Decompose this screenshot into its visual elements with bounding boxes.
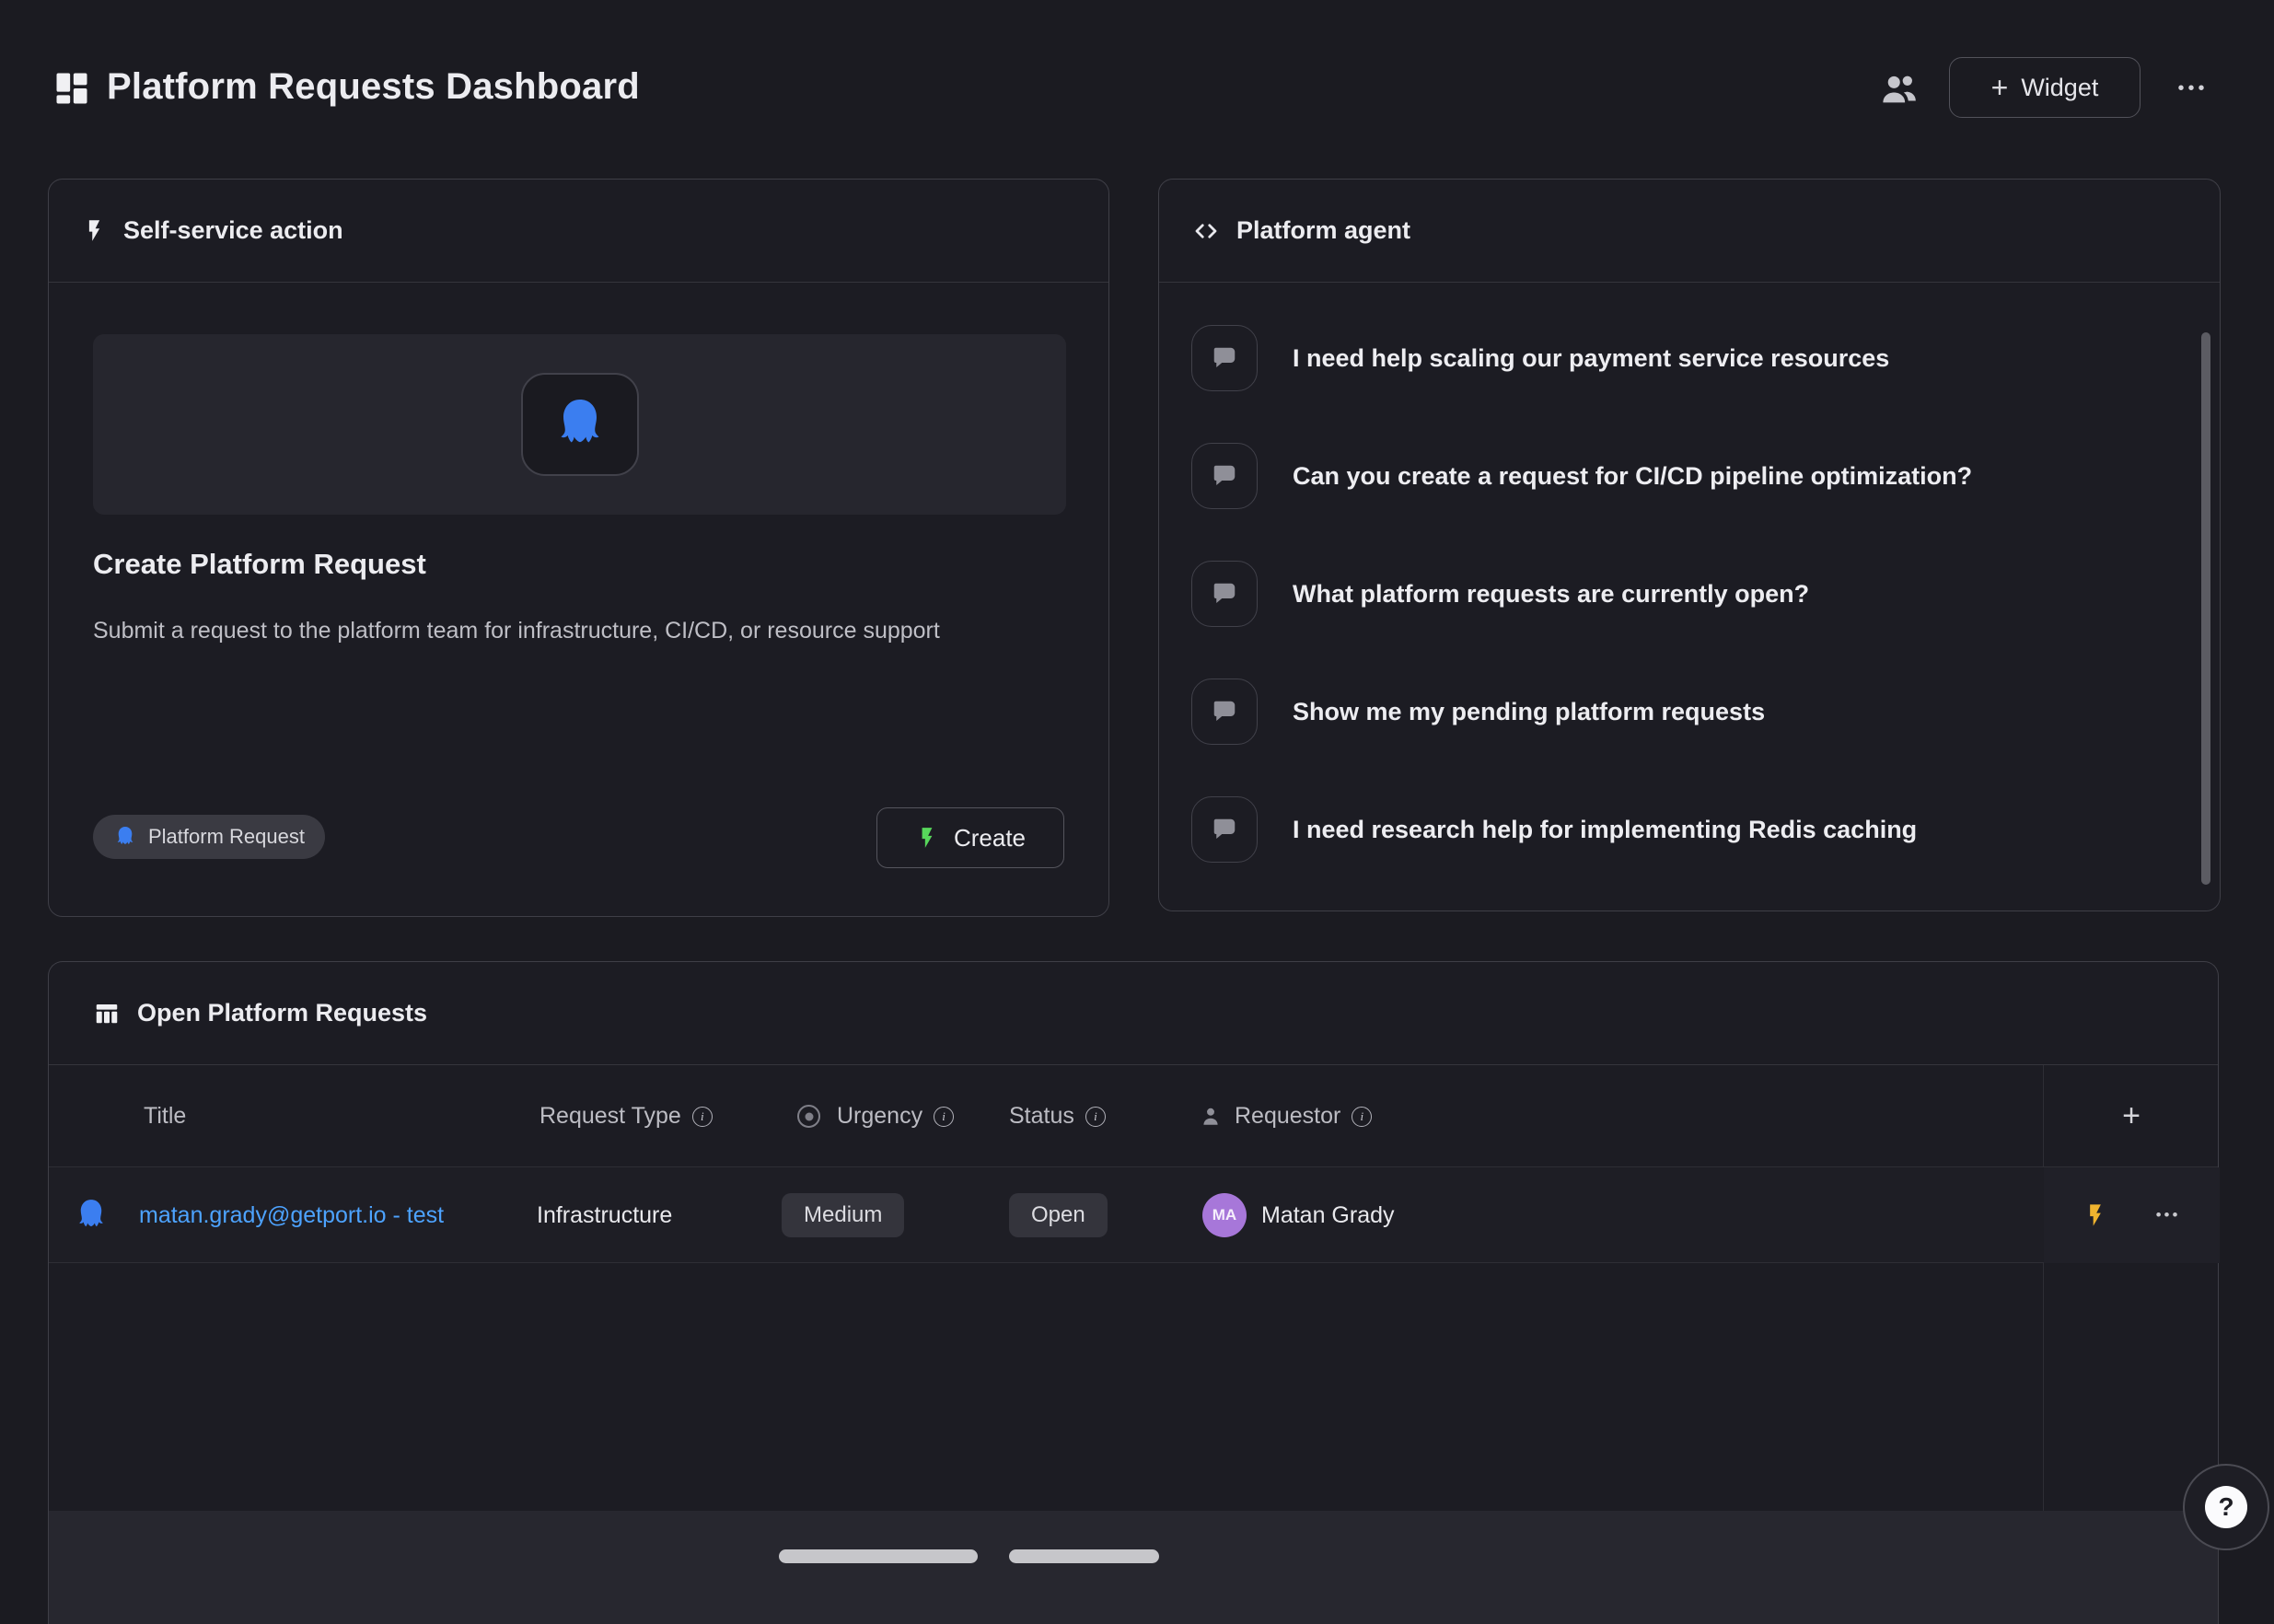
horizontal-scrollbar-thumb[interactable]: [1009, 1549, 1159, 1563]
help-button[interactable]: ?: [2183, 1464, 2269, 1550]
add-widget-label: Widget: [2021, 74, 2098, 102]
column-header-status[interactable]: Status i: [1009, 1065, 1106, 1167]
chat-bubble-icon: [1191, 796, 1258, 863]
agent-suggestion[interactable]: What platform requests are currently ope…: [1191, 561, 2183, 627]
row-actions-cell: •••: [2044, 1167, 2220, 1263]
agent-scrollbar-thumb[interactable]: [2201, 332, 2210, 885]
dashboard-icon: [52, 68, 92, 109]
add-column-button[interactable]: +: [2043, 1065, 2220, 1167]
create-button[interactable]: Create: [876, 807, 1064, 868]
agent-card-header: Platform agent: [1159, 180, 2220, 283]
info-icon[interactable]: i: [692, 1107, 713, 1127]
octopus-logo-icon: [551, 395, 609, 454]
table-card-header: Open Platform Requests: [49, 962, 2218, 1065]
users-icon[interactable]: [1878, 68, 1920, 110]
agent-suggestion-label: Can you create a request for CI/CD pipel…: [1293, 462, 1972, 491]
row-title-link[interactable]: matan.grady@getport.io - test: [139, 1202, 444, 1229]
info-icon[interactable]: i: [934, 1107, 954, 1127]
row-requestor-cell: MA Matan Grady: [1202, 1167, 1395, 1263]
action-logo-tile: [521, 373, 639, 476]
agent-suggestion-label: Show me my pending platform requests: [1293, 698, 1765, 726]
info-icon[interactable]: i: [1352, 1107, 1372, 1127]
horizontal-scrollbar-thumb[interactable]: [779, 1549, 978, 1563]
agent-suggestion[interactable]: Show me my pending platform requests: [1191, 679, 2183, 745]
chat-bubble-icon: [1191, 561, 1258, 627]
run-action-lightning-icon[interactable]: [2083, 1202, 2108, 1228]
row-urgency-cell: Medium: [782, 1167, 904, 1263]
row-more-icon[interactable]: •••: [2156, 1206, 2181, 1224]
platform-request-chip-label: Platform Request: [148, 825, 305, 849]
agent-card-title: Platform agent: [1236, 216, 1410, 245]
open-requests-table-card: Open Platform Requests Title Request Typ…: [48, 961, 2219, 1624]
agent-suggestion-label: I need help scaling our payment service …: [1293, 344, 1889, 373]
octopus-chip-icon: [113, 825, 137, 849]
self-service-card-header: Self-service action: [49, 180, 1108, 283]
agent-suggestion[interactable]: Can you create a request for CI/CD pipel…: [1191, 443, 2183, 509]
plus-icon: +: [1991, 73, 2009, 102]
radio-dot-icon: [797, 1105, 820, 1128]
lightning-icon: [82, 218, 107, 243]
table-footer-scroll-area: [49, 1511, 2218, 1624]
row-status-cell: Open: [1009, 1167, 1108, 1263]
agent-suggestion[interactable]: I need research help for implementing Re…: [1191, 796, 2183, 863]
column-header-requestor[interactable]: Requestor i: [1198, 1065, 1372, 1167]
agent-suggestion-label: I need research help for implementing Re…: [1293, 816, 1917, 844]
more-options-icon[interactable]: •••: [2165, 70, 2221, 107]
row-entity-icon-cell: [73, 1167, 110, 1263]
platform-agent-card: Platform agent I need help scaling our p…: [1158, 179, 2221, 911]
action-title: Create Platform Request: [93, 548, 426, 581]
row-title-cell: matan.grady@getport.io - test: [139, 1167, 444, 1263]
add-widget-button[interactable]: + Widget: [1949, 57, 2141, 118]
create-button-label: Create: [954, 824, 1026, 853]
agent-suggestion-label: What platform requests are currently ope…: [1293, 580, 1809, 609]
row-request-type-cell: Infrastructure: [537, 1167, 672, 1263]
code-icon: [1192, 217, 1220, 245]
requestor-name: Matan Grady: [1261, 1202, 1395, 1229]
agent-suggestion[interactable]: I need help scaling our payment service …: [1191, 325, 2183, 391]
table-columns-icon: [93, 1000, 121, 1027]
lightning-green-icon: [915, 826, 939, 850]
table-row[interactable]: matan.grady@getport.io - test Infrastruc…: [49, 1167, 2218, 1263]
octopus-row-icon: [73, 1197, 110, 1234]
action-description: Submit a request to the platform team fo…: [93, 612, 977, 649]
chat-bubble-icon: [1191, 443, 1258, 509]
column-header-title[interactable]: Title: [144, 1065, 186, 1167]
chat-bubble-icon: [1191, 679, 1258, 745]
urgency-badge: Medium: [782, 1193, 904, 1237]
table-card-title: Open Platform Requests: [137, 999, 427, 1027]
table-column-headers: Title Request Type i Urgency i Status i …: [49, 1065, 2218, 1167]
action-preview-panel: [93, 334, 1066, 515]
question-mark-icon: ?: [2205, 1486, 2247, 1528]
info-icon[interactable]: i: [1085, 1107, 1106, 1127]
column-header-urgency[interactable]: Urgency i: [797, 1065, 954, 1167]
avatar: MA: [1202, 1193, 1247, 1237]
self-service-card: Self-service action Create Platform Requ…: [48, 179, 1109, 917]
self-service-card-title: Self-service action: [123, 216, 343, 245]
status-badge: Open: [1009, 1193, 1108, 1237]
person-icon: [1198, 1104, 1224, 1130]
chat-bubble-icon: [1191, 325, 1258, 391]
page-title: Platform Requests Dashboard: [107, 66, 640, 108]
platform-request-chip[interactable]: Platform Request: [93, 815, 325, 859]
column-header-request-type[interactable]: Request Type i: [539, 1065, 713, 1167]
